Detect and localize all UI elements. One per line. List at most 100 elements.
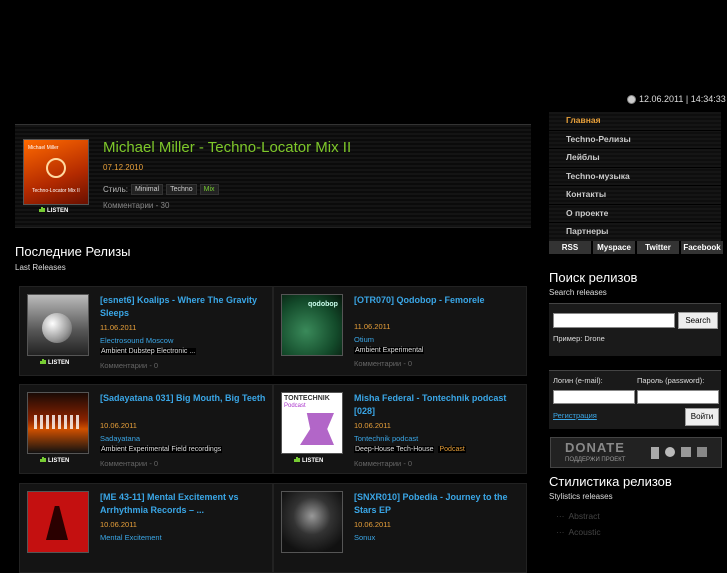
release-comments[interactable]: Комментарии - 0	[100, 361, 158, 370]
style-item[interactable]: ··· Acoustic	[556, 527, 605, 537]
style-item[interactable]: ··· Abstract	[556, 511, 604, 521]
release-title[interactable]: [Sadayatana 031] Big Mouth, Big Teeth	[100, 392, 268, 405]
featured-date: 07.12.2010	[103, 163, 144, 172]
cover-artist: Michael Miller	[28, 145, 59, 151]
login-field[interactable]	[553, 390, 635, 404]
password-label: Пароль (password):	[637, 376, 705, 385]
release-title[interactable]: [SNXR010] Pobedia - Journey to the Stars…	[354, 491, 522, 517]
main-menu: Главная Techno-Релизы Лейблы Techno-музы…	[549, 112, 721, 242]
release-date: 10.06.2011	[354, 520, 391, 529]
release-label[interactable]: Sonux	[354, 533, 375, 542]
release-tags[interactable]: Ambient Experimental	[354, 347, 425, 354]
tag-podcast[interactable]: Podcast	[438, 446, 466, 453]
featured-style: Стиль: Minimal Techno Mix	[103, 184, 219, 195]
styles-title: Стилистика релизов	[549, 474, 672, 489]
release-comments[interactable]: Комментарии - 0	[100, 459, 158, 468]
release-title[interactable]: [ME 43-11] Mental Excitement vs Arrhythm…	[100, 491, 268, 517]
release-label[interactable]: Tontechnik podcast	[354, 434, 418, 443]
login-box: Логин (e-mail): Пароль (password): Регис…	[549, 370, 721, 429]
login-label: Логин (e-mail):	[553, 376, 603, 385]
cover-sub: Podcast	[284, 403, 306, 409]
menu-item-techno-music[interactable]: Techno-музыка	[549, 167, 721, 186]
donate-title: DONATE	[565, 440, 625, 455]
equalizer-icon	[294, 457, 300, 464]
release-card: LISTEN [Sadayatana 031] Big Mouth, Big T…	[19, 384, 273, 474]
featured-cover[interactable]: Michael Miller Techno-Locator Mix II	[23, 139, 89, 205]
tag-techno[interactable]: Techno	[166, 184, 197, 195]
menu-item-partners[interactable]: Партнеры	[549, 223, 721, 242]
bullet-icon: ···	[556, 511, 565, 521]
cover-brand: TONTECHNIK	[284, 395, 330, 402]
release-date: 10.06.2011	[100, 421, 137, 430]
equalizer-icon	[40, 457, 46, 464]
equalizer-icon	[40, 359, 46, 366]
style-item-label[interactable]: Abstract	[569, 511, 600, 521]
release-title[interactable]: [OTR070] Qodobop - Femorele	[354, 294, 522, 307]
search-title: Поиск релизов	[549, 270, 638, 285]
tag-mix[interactable]: Mix	[199, 184, 219, 195]
facebook-button[interactable]: Facebook	[681, 241, 723, 254]
search-example: Пример: Drone	[553, 334, 605, 343]
featured-title[interactable]: Michael Miller - Techno-Locator Mix II	[103, 139, 351, 156]
menu-item-about[interactable]: О проекте	[549, 204, 721, 223]
release-tags[interactable]: Ambient Experimental Field recordings	[100, 446, 223, 453]
featured-release: Michael Miller Techno-Locator Mix II LIS…	[15, 124, 531, 228]
release-cover[interactable]	[27, 294, 89, 356]
release-label[interactable]: Sadayatana	[100, 434, 140, 443]
release-tags-text[interactable]: Deep-House Tech-House	[354, 446, 435, 453]
chart-icon	[697, 447, 707, 457]
listen-button[interactable]: LISTEN	[39, 207, 68, 214]
cover-title: Techno-Locator Mix II	[32, 188, 80, 194]
twitter-button[interactable]: Twitter	[637, 241, 679, 254]
cover-logo-icon	[46, 158, 66, 178]
donate-button[interactable]: DONATE ПОДДЕРЖИ ПРОЕКТ	[550, 437, 722, 468]
search-subtitle: Search releases	[549, 288, 607, 297]
search-input[interactable]	[553, 313, 675, 328]
listen-button[interactable]: LISTEN	[40, 457, 69, 464]
menu-item-contacts[interactable]: Контакты	[549, 186, 721, 205]
release-label[interactable]: Otium	[354, 335, 374, 344]
release-cover[interactable]: TONTECHNIK Podcast	[281, 392, 343, 454]
latest-subtitle: Last Releases	[15, 263, 66, 272]
release-label[interactable]: Mental Excitement	[100, 533, 162, 542]
login-button[interactable]: Войти	[685, 408, 719, 426]
equalizer-icon	[39, 207, 45, 214]
release-tags-text[interactable]: Ambient Experimental	[354, 347, 425, 354]
listen-label: LISTEN	[48, 359, 70, 366]
bullet-icon: ···	[556, 527, 565, 537]
tontechnik-logo-icon	[300, 413, 334, 445]
release-tags[interactable]: Deep-House Tech-House Podcast	[354, 446, 466, 453]
featured-comments[interactable]: Комментарии - 30	[103, 201, 169, 210]
release-cover[interactable]	[281, 491, 343, 553]
wallet-icon	[681, 447, 691, 457]
rss-button[interactable]: RSS	[549, 241, 591, 254]
release-cover[interactable]	[27, 491, 89, 553]
release-title[interactable]: [esnet6] Koalips - Where The Gravity Sle…	[100, 294, 268, 320]
release-label[interactable]: Electrosound Moscow	[100, 336, 173, 345]
menu-item-techno-releases[interactable]: Techno-Релизы	[549, 130, 721, 149]
search-button[interactable]: Search	[678, 312, 718, 329]
tag-minimal[interactable]: Minimal	[130, 184, 164, 195]
release-date: 11.06.2011	[100, 323, 137, 332]
listen-button[interactable]: LISTEN	[294, 457, 323, 464]
social-links: RSS Myspace Twitter Facebook	[549, 241, 723, 254]
menu-item-home[interactable]: Главная	[549, 112, 721, 131]
listen-button[interactable]: LISTEN	[40, 359, 69, 366]
release-title[interactable]: Misha Federal - Tontechnik podcast [028]	[354, 392, 522, 418]
release-cover[interactable]	[27, 392, 89, 454]
listen-label: LISTEN	[302, 457, 324, 464]
datetime-text: 12.06.2011 | 14:34:33	[639, 94, 726, 104]
menu-item-labels[interactable]: Лейблы	[549, 149, 721, 168]
release-comments[interactable]: Комментарии - 0	[354, 459, 412, 468]
myspace-button[interactable]: Myspace	[593, 241, 635, 254]
release-tags-text[interactable]: Ambient Dubstep Electronic ...	[100, 348, 197, 355]
register-link[interactable]: Регистрация	[553, 411, 597, 420]
release-cover[interactable]: qodobop	[281, 294, 343, 356]
release-comments[interactable]: Комментарии - 0	[354, 359, 412, 368]
release-tags[interactable]: Ambient Dubstep Electronic ...	[100, 348, 197, 355]
release-card: qodobop [OTR070] Qodobop - Femorele 11.0…	[273, 286, 527, 376]
search-box: Search Пример: Drone	[549, 303, 721, 356]
release-tags-text[interactable]: Ambient Experimental Field recordings	[100, 446, 223, 453]
password-field[interactable]	[637, 390, 719, 404]
style-item-label[interactable]: Acoustic	[569, 527, 601, 537]
